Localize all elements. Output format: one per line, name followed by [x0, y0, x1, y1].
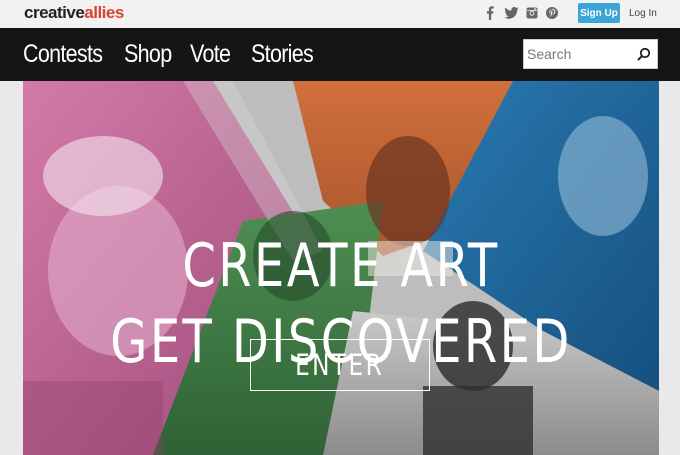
facebook-icon[interactable]	[485, 6, 495, 20]
nav-item-contests[interactable]: Contests	[23, 39, 103, 69]
twitter-icon[interactable]	[503, 6, 519, 20]
instagram-icon[interactable]	[525, 6, 539, 20]
hero-headline-line1: CREATE ART	[182, 231, 500, 301]
log-in-link[interactable]: Log In	[629, 3, 657, 23]
creativeallies-logo[interactable]: creativeallies	[24, 3, 124, 23]
nav-item-stories[interactable]: Stories	[251, 39, 314, 69]
enter-button[interactable]: ENTER	[250, 339, 430, 391]
hero-banner: CREATE ART GET DISCOVERED ENTER	[23, 81, 659, 455]
search-box	[523, 39, 658, 69]
search-input[interactable]	[527, 42, 627, 66]
sign-up-button[interactable]: Sign Up	[578, 3, 620, 23]
top-bar: creativeallies Sign Up Log In	[0, 0, 680, 28]
logo-part-allies: allies	[84, 3, 124, 22]
main-nav: Contests Shop Vote Stories	[0, 28, 680, 81]
logo-part-creative: creative	[24, 3, 85, 22]
nav-item-shop[interactable]: Shop	[124, 39, 172, 69]
search-icon[interactable]	[637, 47, 651, 66]
nav-item-vote[interactable]: Vote	[190, 39, 231, 69]
pinterest-icon[interactable]	[545, 6, 559, 20]
enter-button-label: ENTER	[295, 348, 385, 382]
